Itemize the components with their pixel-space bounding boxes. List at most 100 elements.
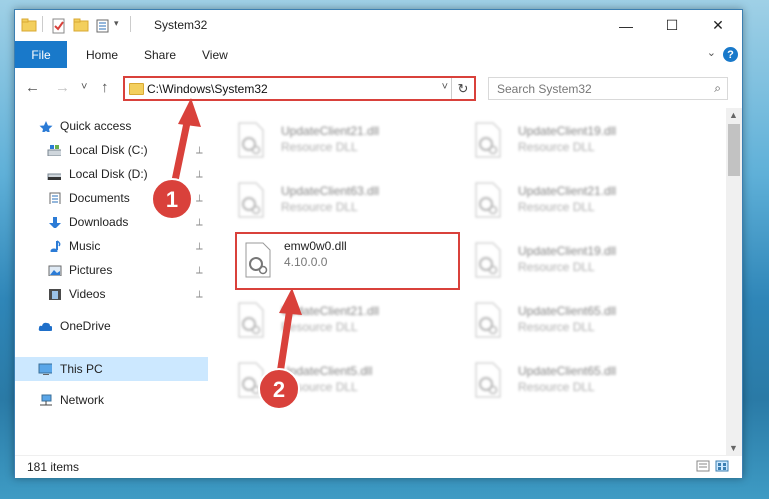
minimize-button[interactable]: — <box>603 10 649 41</box>
address-path[interactable]: C:\Windows\System32 <box>147 82 268 96</box>
search-input[interactable]: Search System32 <box>497 82 592 96</box>
file-name: UpdateClient65.dll <box>518 364 617 378</box>
navigation-bar: ← → ˅ ↑ C:\Windows\System32 ˅ ↻ Search S… <box>15 68 742 108</box>
large-icons-view-icon[interactable] <box>715 460 729 472</box>
sidebar-item-documents[interactable]: Documents ⟂ <box>15 187 208 209</box>
window-title: System32 <box>154 18 208 32</box>
scroll-thumb[interactable] <box>728 124 740 176</box>
scroll-up-icon[interactable]: ▲ <box>729 110 738 120</box>
status-bar: 181 items <box>15 455 742 478</box>
file-tile[interactable]: UpdateClient19.dll Resource DLL <box>473 118 693 166</box>
sidebar-item-label: Documents <box>69 191 130 205</box>
dll-file-icon <box>475 302 501 338</box>
up-button[interactable]: ↑ <box>101 79 109 96</box>
navigation-pane: Quick access Local Disk (C:) ⟂ Local Dis… <box>15 108 208 455</box>
file-tile[interactable]: UpdateClient19.dll Resource DLL <box>473 238 693 286</box>
sidebar-item-downloads[interactable]: Downloads ⟂ <box>15 211 208 233</box>
sidebar-item-network[interactable]: Network <box>15 389 208 411</box>
refresh-button[interactable]: ↻ <box>451 78 474 99</box>
details-view-icon[interactable] <box>696 460 710 472</box>
monitor-icon <box>38 363 52 375</box>
sidebar-item-local-disk-c[interactable]: Local Disk (C:) ⟂ <box>15 139 208 161</box>
sidebar-item-local-disk-d[interactable]: Local Disk (D:) ⟂ <box>15 163 208 185</box>
recent-locations-button[interactable]: ˅ <box>81 81 87 93</box>
sidebar-item-label: Videos <box>69 287 106 301</box>
sidebar-item-onedrive[interactable]: OneDrive <box>15 315 208 337</box>
file-name: UpdateClient21.dll <box>281 304 380 318</box>
music-note-icon <box>50 240 61 252</box>
scroll-down-icon[interactable]: ▼ <box>729 443 738 453</box>
highlighted-file-tile[interactable]: emw0w0.dll 4.10.0.0 <box>235 232 460 290</box>
file-name: UpdateClient5.dll <box>281 364 373 378</box>
file-tile[interactable]: UpdateClient65.dll Resource DLL <box>473 358 693 406</box>
pin-icon: ⟂ <box>196 264 203 276</box>
drive-icon <box>47 145 61 156</box>
file-name: UpdateClient21.dll <box>518 184 617 198</box>
divider <box>130 16 131 32</box>
file-name: UpdateClient65.dll <box>518 304 617 318</box>
sidebar-item-label: OneDrive <box>60 319 111 333</box>
dll-file-icon <box>238 362 264 398</box>
dll-file-icon <box>238 302 264 338</box>
network-icon <box>40 394 52 406</box>
properties-check-icon[interactable] <box>51 18 67 34</box>
file-explorer-window: ▾ System32 — ☐ ✕ File Home Share View ⌄ … <box>14 9 743 478</box>
help-button[interactable]: ? <box>723 47 738 62</box>
customize-toolbar-icon[interactable] <box>96 18 112 34</box>
film-icon <box>49 289 61 300</box>
new-folder-icon[interactable] <box>73 18 89 32</box>
file-tile[interactable]: UpdateClient63.dll Resource DLL <box>236 178 456 226</box>
tab-file[interactable]: File <box>15 41 67 68</box>
divider <box>42 16 43 32</box>
pin-icon: ⟂ <box>196 240 203 252</box>
sidebar-item-quick-access[interactable]: Quick access <box>15 115 208 137</box>
file-name: UpdateClient19.dll <box>518 124 617 138</box>
dll-file-icon <box>238 122 264 158</box>
file-type: Resource DLL <box>281 200 358 214</box>
maximize-button[interactable]: ☐ <box>649 10 695 41</box>
dll-file-icon <box>475 182 501 218</box>
file-tile[interactable]: UpdateClient21.dll Resource DLL <box>236 298 456 346</box>
file-tile[interactable]: UpdateClient65.dll Resource DLL <box>473 298 693 346</box>
tab-view[interactable]: View <box>202 41 228 68</box>
tab-home[interactable]: Home <box>86 41 118 68</box>
item-count: 181 items <box>27 460 80 474</box>
address-dropdown-icon[interactable]: ˅ <box>442 81 448 93</box>
pin-icon: ⟂ <box>196 216 203 228</box>
quick-access-dropdown-icon[interactable]: ▾ <box>114 18 119 29</box>
pictures-icon <box>48 265 62 276</box>
sidebar-item-music[interactable]: Music ⟂ <box>15 235 208 257</box>
close-button[interactable]: ✕ <box>695 10 741 41</box>
sidebar-item-label: This PC <box>60 362 103 376</box>
sidebar-item-label: Downloads <box>69 215 129 229</box>
file-tile[interactable]: UpdateClient21.dll Resource DLL <box>473 178 693 226</box>
file-tile[interactable]: UpdateClient21.dll Resource DLL <box>236 118 456 166</box>
pin-icon: ⟂ <box>196 144 203 156</box>
file-type: Resource DLL <box>281 380 358 394</box>
expand-ribbon-icon[interactable]: ⌄ <box>707 46 716 59</box>
file-type: Resource DLL <box>518 260 595 274</box>
dll-file-icon <box>238 182 264 218</box>
star-icon <box>39 121 53 132</box>
search-box[interactable]: Search System32 ⌕ <box>488 77 728 100</box>
sidebar-item-label: Network <box>60 393 105 407</box>
back-button[interactable]: ← <box>25 79 40 96</box>
pin-icon: ⟂ <box>196 288 203 300</box>
tab-share[interactable]: Share <box>144 41 176 68</box>
dll-file-icon <box>475 362 501 398</box>
title-bar: ▾ System32 — ☐ ✕ <box>15 10 742 41</box>
sidebar-item-this-pc[interactable]: This PC <box>15 357 208 381</box>
sidebar-item-videos[interactable]: Videos ⟂ <box>15 283 208 305</box>
vertical-scrollbar[interactable]: ▲ ▼ <box>726 108 742 455</box>
address-bar[interactable]: C:\Windows\System32 ˅ ↻ <box>123 76 476 101</box>
sidebar-item-label: Music <box>69 239 101 253</box>
file-name: UpdateClient21.dll <box>281 124 380 138</box>
search-icon: ⌕ <box>714 81 721 95</box>
dll-file-icon <box>475 242 501 278</box>
sidebar-item-pictures[interactable]: Pictures ⟂ <box>15 259 208 281</box>
file-tile[interactable]: UpdateClient5.dll Resource DLL <box>236 358 456 406</box>
forward-button[interactable]: → <box>55 79 70 96</box>
file-version: 4.10.0.0 <box>284 255 328 269</box>
sidebar-item-label: Pictures <box>69 263 113 277</box>
pin-icon: ⟂ <box>196 192 203 204</box>
